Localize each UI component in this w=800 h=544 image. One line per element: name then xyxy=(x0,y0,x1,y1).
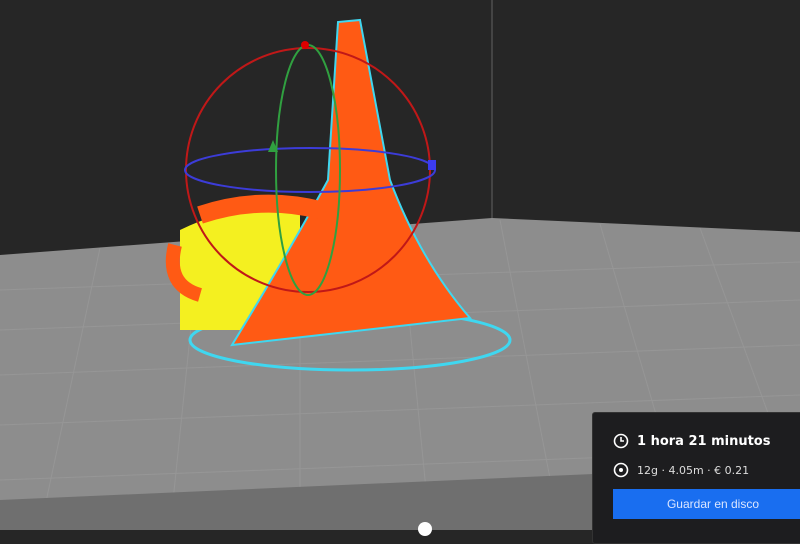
print-time: 1 hora 21 minutos xyxy=(637,433,771,449)
save-to-disk-button[interactable]: Guardar en disco xyxy=(613,489,800,519)
layer-slider-handle[interactable] xyxy=(418,522,432,536)
material-estimate: 12g · 4.05m · € 0.21 xyxy=(637,463,750,477)
spool-icon xyxy=(613,462,629,478)
print-info-panel: 1 hora 21 minutos 12g · 4.05m · € 0.21 G… xyxy=(592,412,800,544)
clock-icon xyxy=(613,433,629,449)
rotate-handle-blue xyxy=(428,160,436,170)
rotate-handle-red xyxy=(301,41,309,49)
